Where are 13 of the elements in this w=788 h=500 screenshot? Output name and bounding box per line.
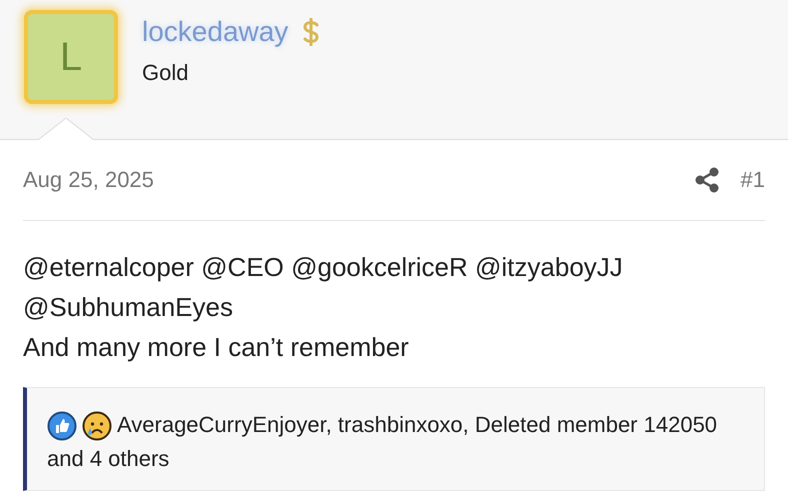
user-title: Gold [142, 60, 188, 86]
post-text-line: And many more I can’t remember [23, 331, 410, 364]
share-icon[interactable] [694, 167, 719, 193]
reaction-list-link[interactable]: and 4 others [47, 442, 170, 476]
username-link[interactable]: lockedaway [142, 16, 288, 48]
avatar[interactable]: L [24, 10, 118, 104]
post-text-line: @eternalcoper @CEO @gookcelriceR @itzyaboyJJ [23, 251, 624, 284]
post-date[interactable]: Aug 25, 2025 [23, 167, 154, 193]
sad-face-icon[interactable] [82, 411, 112, 442]
thumbs-up-icon[interactable] [47, 411, 77, 442]
post-number-link[interactable]: #1 [740, 167, 765, 193]
post-text-line: @SubhumanEyes [23, 291, 234, 324]
reaction-list-link[interactable]: AverageCurryEnjoyer, trashbinxoxo, Deleted member 142050 [117, 412, 718, 437]
